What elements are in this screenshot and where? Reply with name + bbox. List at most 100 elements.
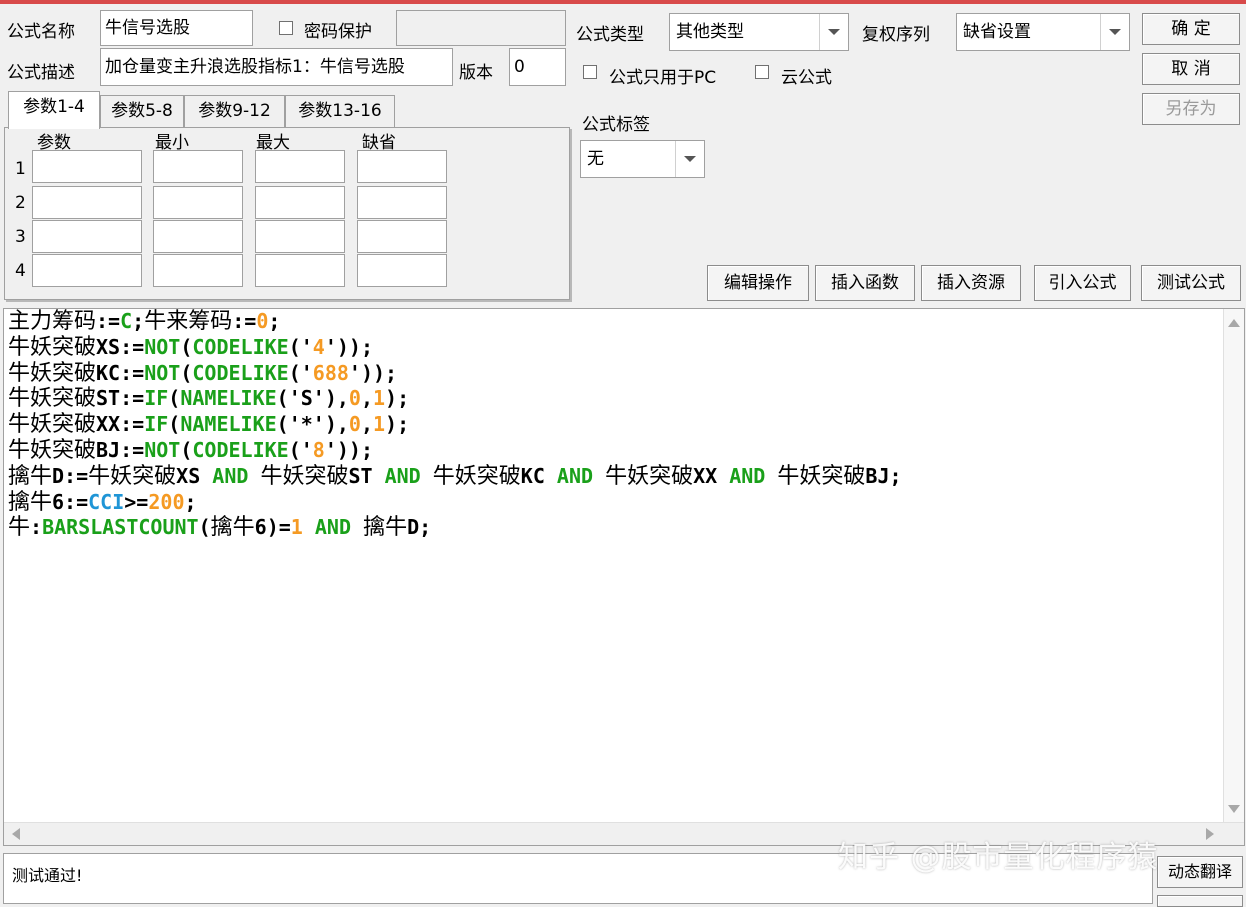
code-token: , [360, 386, 373, 411]
code-token: := [232, 309, 257, 333]
code-token: 0 [348, 386, 361, 411]
vertical-scrollbar[interactable] [1223, 309, 1244, 823]
rights-value: 缺省设置 [963, 22, 1031, 42]
password-checkbox[interactable] [279, 21, 293, 35]
tab-params-13-16[interactable]: 参数13-16 [285, 95, 395, 127]
save-as-button[interactable]: 另存为 [1142, 93, 1240, 125]
test-formula-button[interactable]: 测试公式 [1141, 265, 1241, 301]
formula-name-input[interactable]: 牛信号选股 [100, 10, 253, 46]
param-2-max-input[interactable] [255, 186, 345, 219]
import-formula-button[interactable]: 引入公式 [1034, 265, 1131, 301]
code-token: XX [693, 463, 730, 488]
pc-only-checkbox[interactable] [583, 65, 597, 79]
code-token: ( [180, 334, 193, 359]
insert-resource-button[interactable]: 插入资源 [921, 265, 1021, 301]
param-row-number: 1 [15, 159, 26, 179]
formula-code-editor[interactable]: 主力筹码:=C;牛来筹码:=0; 牛妖突破XS:=NOT(CODELIKE('4'… [3, 308, 1245, 846]
param-row-number: 2 [15, 193, 26, 213]
cloud-checkbox[interactable] [755, 65, 769, 79]
code-token: ST:= [96, 386, 145, 411]
code-token: 主力筹码 [8, 309, 97, 334]
code-token: D; [407, 515, 432, 540]
chevron-down-icon[interactable] [1100, 14, 1129, 50]
tab-params-5-8[interactable]: 参数5-8 [100, 95, 184, 127]
code-token: 牛 [8, 515, 31, 541]
param-3-default-input[interactable] [357, 220, 447, 253]
code-token: ('*'), [276, 412, 349, 437]
code-content: 主力筹码:=C;牛来筹码:=0; 牛妖突破XS:=NOT(CODELIKE('4'… [8, 309, 902, 541]
formula-type-select[interactable]: 其他类型 [669, 13, 849, 51]
code-token: (' [288, 437, 313, 462]
code-token: ( [168, 412, 181, 437]
edit-operations-button[interactable]: 编辑操作 [707, 265, 809, 301]
param-1-max-input[interactable] [255, 150, 345, 183]
code-token: AND [729, 463, 766, 488]
code-token: AND [384, 463, 421, 488]
param-row-number: 3 [15, 227, 26, 247]
chevron-down-icon[interactable] [675, 141, 704, 177]
code-token: 0 [256, 309, 269, 333]
param-4-min-input[interactable] [153, 254, 243, 287]
scroll-up-icon[interactable] [1228, 319, 1240, 327]
insert-function-button[interactable]: 插入函数 [815, 265, 915, 301]
param-3-min-input[interactable] [153, 220, 243, 253]
code-token: BARSLASTCOUNT [42, 515, 199, 540]
code-token: 1 [373, 412, 386, 437]
code-token: CODELIKE [192, 334, 289, 359]
code-token: 擒牛 [8, 463, 53, 489]
code-token: >= [124, 489, 149, 514]
rights-select[interactable]: 缺省设置 [956, 13, 1130, 51]
scroll-down-icon[interactable] [1228, 805, 1240, 813]
pc-only-label: 公式只用于PC [609, 68, 717, 88]
code-token: NAMELIKE [180, 412, 277, 437]
code-token: KC:= [96, 360, 145, 385]
param-4-max-input[interactable] [255, 254, 345, 287]
code-line: 牛妖突破ST:=IF(NAMELIKE('S'),0,1); [8, 386, 902, 412]
code-line: 牛妖突破XX:=IF(NAMELIKE('*'),0,1); [8, 412, 902, 438]
code-token: ( [180, 437, 193, 462]
param-4-default-input[interactable] [357, 254, 447, 287]
param-2-name-input[interactable] [32, 186, 142, 219]
code-token: ('S'), [276, 386, 349, 411]
code-token: 4 [312, 334, 325, 359]
code-token: 8 [312, 437, 325, 462]
version-input[interactable]: 0 [509, 48, 566, 86]
code-token: CCI [88, 489, 125, 514]
code-token: 牛妖突破 [88, 463, 177, 489]
param-1-name-input[interactable] [32, 150, 142, 183]
code-token: ); [385, 412, 410, 437]
param-3-max-input[interactable] [255, 220, 345, 253]
formula-desc-label: 公式描述 [7, 63, 75, 83]
cancel-button[interactable]: 取 消 [1142, 53, 1240, 85]
code-token: 牛妖突破 [8, 360, 97, 386]
code-token: NOT [144, 334, 181, 359]
param-1-default-input[interactable] [357, 150, 447, 183]
secondary-button[interactable] [1157, 895, 1243, 907]
tab-params-9-12[interactable]: 参数9-12 [184, 95, 285, 127]
param-4-name-input[interactable] [32, 254, 142, 287]
param-2-min-input[interactable] [153, 186, 243, 219]
code-token: XS:= [96, 334, 145, 359]
param-1-min-input[interactable] [153, 150, 243, 183]
code-token: 6:= [52, 489, 89, 514]
param-2-default-input[interactable] [357, 186, 447, 219]
scroll-right-icon[interactable] [1206, 828, 1214, 840]
chevron-down-icon[interactable] [819, 14, 848, 50]
tab-params-1-4[interactable]: 参数1-4 [8, 91, 100, 129]
code-token: 牛来筹码 [144, 309, 233, 334]
dynamic-translate-button[interactable]: 动态翻译 [1157, 856, 1243, 888]
code-token: 牛妖突破 [777, 463, 866, 489]
tag-select[interactable]: 无 [580, 140, 705, 178]
code-token: BJ:= [96, 437, 145, 462]
formula-desc-input[interactable]: 加仓量变主升浪选股指标1：牛信号选股 [100, 48, 453, 86]
tag-label: 公式标签 [582, 115, 650, 135]
tag-value: 无 [587, 149, 604, 169]
password-input[interactable] [396, 10, 566, 46]
scroll-left-icon[interactable] [12, 828, 20, 840]
param-3-name-input[interactable] [32, 220, 142, 253]
ok-button[interactable]: 确 定 [1142, 13, 1240, 45]
code-line: 牛妖突破KC:=NOT(CODELIKE('688')); [8, 361, 902, 387]
code-token: (' [288, 360, 313, 385]
